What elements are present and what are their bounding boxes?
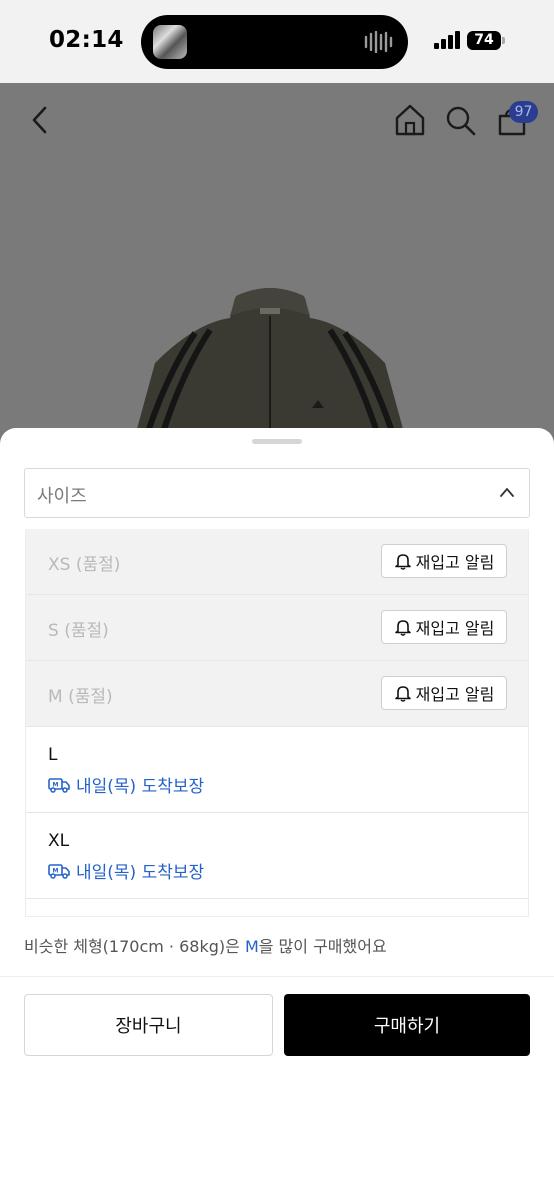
audio-wave-icon [364,31,393,53]
battery-icon: 74 [467,31,501,50]
size-recommendation: 비슷한 체형(170cm · 68kg)은 M을 많이 구매했어요 [24,933,387,957]
chevron-up-icon [500,488,514,497]
cart-count-badge: 97 [509,101,538,123]
delivery-text: 내일(목) 도착보장 [76,863,205,883]
size-option-list[interactable]: XS (품절) 재입고 알림 S (품절) 재입고 알림 M (품절) 재입고 … [25,529,529,917]
size-option-xl[interactable]: XL M 내일(목) 도착보장 [26,813,528,899]
recommended-size[interactable]: M [245,937,259,956]
delivery-truck-icon: M [48,863,70,879]
size-option-l[interactable]: L M 내일(목) 도착보장 [26,727,528,813]
home-icon[interactable] [394,103,426,137]
product-page-dimmed[interactable] [0,83,554,483]
restock-alert-label: 재입고 알림 [415,619,495,638]
status-time: 02:14 [49,27,124,53]
restock-alert-button[interactable]: 재입고 알림 [381,544,507,578]
size-option-xs: XS (품절) 재입고 알림 [26,529,528,595]
cellular-signal-icon [434,31,460,49]
restock-alert-label: 재입고 알림 [415,685,495,704]
size-option-m: M (품절) 재입고 알림 [26,661,528,727]
restock-alert-button[interactable]: 재입고 알림 [381,610,507,644]
now-playing-artwork [153,25,187,59]
svg-text:M: M [53,867,59,874]
size-option-s: S (품절) 재입고 알림 [26,595,528,661]
divider [0,976,554,977]
sheet-handle[interactable] [252,439,302,444]
size-option-label: M (품절) [48,687,113,707]
add-to-cart-button[interactable]: 장바구니 [24,994,273,1056]
delivery-text: 내일(목) 도착보장 [76,777,205,797]
restock-alert-button[interactable]: 재입고 알림 [381,676,507,710]
size-option-label: S (품절) [48,621,109,641]
svg-text:M: M [53,781,59,788]
size-option-label: L [48,745,58,765]
bell-icon [394,620,411,636]
size-dropdown-label: 사이즈 [37,486,87,507]
delivery-guarantee: M 내일(목) 도착보장 [48,772,204,797]
search-icon[interactable] [445,105,477,137]
recommendation-prefix: 비슷한 체형(170cm · 68kg)은 [24,937,245,956]
back-icon[interactable] [28,105,52,135]
bell-icon [394,554,411,570]
recommendation-suffix: 을 많이 구매했어요 [258,937,387,956]
dynamic-island [141,15,408,69]
size-option-label: XS (품절) [48,555,121,575]
size-option-label: XL [48,831,70,851]
size-selection-sheet: 사이즈 XS (품절) 재입고 알림 S (품절) 재입고 알림 M (품절) … [0,428,554,1200]
bell-icon [394,686,411,702]
status-bar: 02:14 74 [0,0,554,83]
delivery-guarantee: M 내일(목) 도착보장 [48,858,204,883]
battery-level: 74 [474,32,494,48]
buy-now-button[interactable]: 구매하기 [284,994,530,1056]
delivery-truck-icon: M [48,777,70,793]
restock-alert-label: 재입고 알림 [415,553,495,572]
battery-cap [502,37,505,44]
size-dropdown[interactable]: 사이즈 [24,468,530,518]
